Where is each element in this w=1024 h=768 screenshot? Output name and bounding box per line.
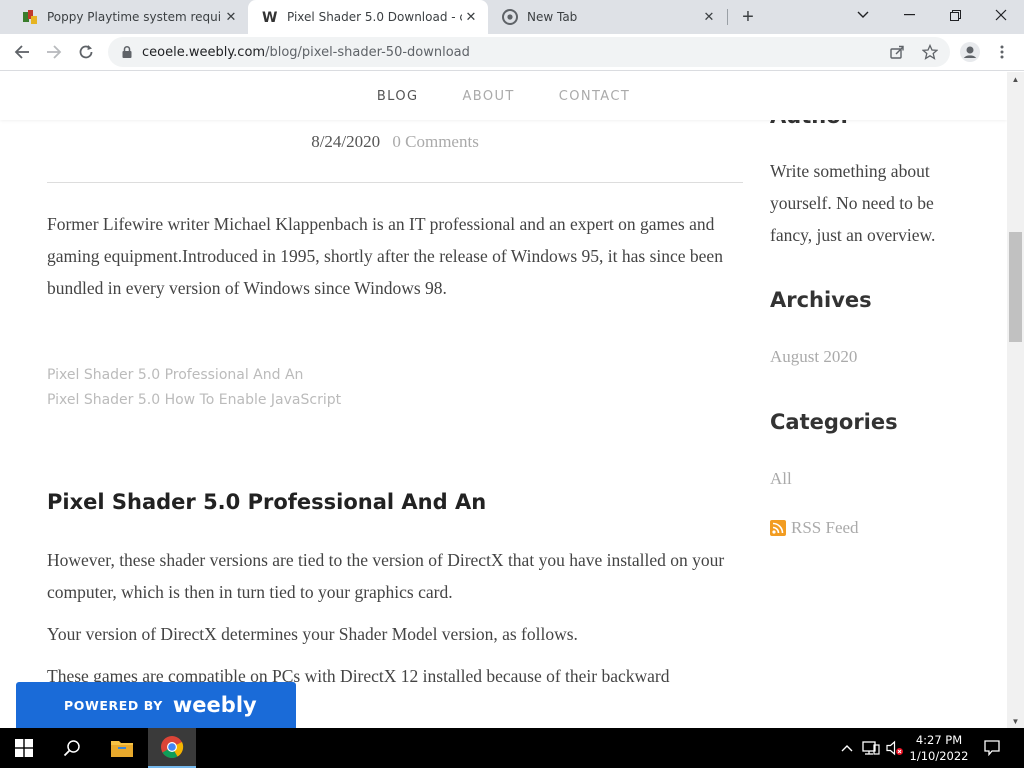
toc-link[interactable]: Pixel Shader 5.0 How To Enable JavaScrip… (47, 388, 341, 413)
tab-pixel-shader[interactable]: W Pixel Shader 5.0 Download - ceo ✕ (248, 0, 488, 34)
close-icon[interactable]: ✕ (462, 8, 480, 26)
reload-button[interactable] (72, 38, 100, 66)
url-text: ceoele.weebly.com/blog/pixel-shader-50-d… (142, 45, 470, 60)
network-icon[interactable] (862, 739, 880, 757)
post-paragraph: However, these shader versions are tied … (47, 550, 725, 602)
search-button[interactable] (48, 728, 96, 768)
tab-title: New Tab (527, 10, 578, 24)
chrome-favicon-icon (502, 9, 518, 25)
restore-button[interactable] (932, 0, 978, 30)
post-divider (47, 182, 743, 183)
tab-title: Poppy Playtime system requireme (47, 10, 222, 24)
powered-by-label: POWERED BY (64, 697, 163, 713)
tab-search-chevron-icon[interactable] (840, 0, 886, 30)
nav-contact[interactable]: CONTACT (559, 89, 630, 104)
rss-icon (770, 520, 786, 536)
post-intro: Former Lifewire writer Michael Klappenba… (47, 214, 723, 298)
clock-time: 4:27 PM (915, 733, 963, 747)
forward-button[interactable] (40, 38, 68, 66)
url-host: ceoele.weebly.com (142, 44, 266, 60)
tab-separator (727, 9, 728, 25)
scroll-down-arrow-icon[interactable]: ▼ (1007, 714, 1024, 728)
menu-kebab-icon[interactable] (994, 44, 1010, 60)
weebly-w-favicon-icon: W (262, 9, 278, 25)
url-path: /blog/pixel-shader-50-download (265, 44, 470, 60)
poppy-favicon-icon (22, 9, 38, 25)
nav-blog[interactable]: BLOG (377, 89, 419, 104)
folder-icon (111, 741, 133, 757)
chevron-up-icon[interactable] (838, 739, 856, 757)
notifications-icon[interactable] (983, 739, 1001, 757)
category-link[interactable]: All (770, 469, 792, 489)
tab-strip: Poppy Playtime system requireme ✕ W Pixe… (0, 0, 1024, 34)
tab-poppy-playtime[interactable]: Poppy Playtime system requireme ✕ (8, 0, 248, 34)
browser-toolbar: ceoele.weebly.com/blog/pixel-shader-50-d… (0, 34, 1024, 71)
minimize-button[interactable] (886, 0, 932, 30)
windows-taskbar: 4:27 PM 1/10/2022 (0, 728, 1024, 768)
tab-new-tab[interactable]: New Tab ✕ (488, 0, 726, 34)
bookmark-star-icon[interactable] (922, 44, 938, 60)
address-bar[interactable]: ceoele.weebly.com/blog/pixel-shader-50-d… (108, 37, 950, 67)
file-explorer-button[interactable] (98, 728, 146, 768)
post-paragraph: Your version of DirectX determines your … (47, 624, 578, 644)
powered-by-weebly-badge[interactable]: POWERED BY weebly (16, 682, 296, 728)
svg-text:W: W (262, 10, 277, 25)
weebly-logo: weebly (172, 693, 257, 717)
rss-feed-link[interactable]: RSS Feed (770, 518, 859, 538)
close-icon[interactable]: ✕ (700, 8, 718, 26)
site-nav: BLOG ABOUT CONTACT (0, 72, 1007, 120)
new-tab-button[interactable]: + (736, 5, 760, 29)
author-text: Write something about yourself. No need … (770, 161, 936, 245)
tab-title: Pixel Shader 5.0 Download - ceo (287, 10, 462, 24)
toc-link[interactable]: Pixel Shader 5.0 Professional And An (47, 363, 341, 388)
close-window-button[interactable] (978, 0, 1024, 30)
chrome-icon (161, 736, 184, 758)
vertical-scrollbar[interactable]: ▲ ▼ (1007, 72, 1024, 728)
categories-heading: Categories (770, 410, 898, 434)
nav-about[interactable]: ABOUT (462, 89, 514, 104)
windows-logo-icon (15, 739, 33, 757)
back-button[interactable] (8, 38, 36, 66)
system-clock[interactable]: 4:27 PM 1/10/2022 (904, 732, 974, 764)
clock-date: 1/10/2022 (909, 749, 969, 763)
share-icon[interactable] (889, 44, 905, 60)
lock-icon[interactable] (120, 45, 134, 59)
table-of-contents: Pixel Shader 5.0 Professional And An Pix… (47, 363, 341, 413)
section-heading: Pixel Shader 5.0 Professional And An (47, 490, 487, 514)
scroll-up-arrow-icon[interactable]: ▲ (1007, 72, 1024, 86)
search-icon (63, 740, 80, 757)
archive-link[interactable]: August 2020 (770, 347, 857, 367)
close-icon[interactable]: ✕ (222, 8, 240, 26)
comments-link[interactable]: 0 Comments (392, 132, 478, 151)
scroll-thumb[interactable] (1009, 232, 1022, 342)
page-viewport: BLOG ABOUT CONTACT 8/24/2020 0 Comments … (0, 72, 1007, 728)
profile-avatar-icon[interactable] (960, 42, 980, 62)
archives-heading: Archives (770, 288, 872, 312)
rss-label: RSS Feed (791, 518, 859, 537)
volume-muted-icon[interactable] (886, 739, 904, 757)
start-button[interactable] (0, 728, 48, 768)
post-meta: 8/24/2020 0 Comments (47, 132, 743, 152)
chrome-taskbar-button[interactable] (148, 728, 196, 768)
post-date: 8/24/2020 (311, 132, 381, 151)
